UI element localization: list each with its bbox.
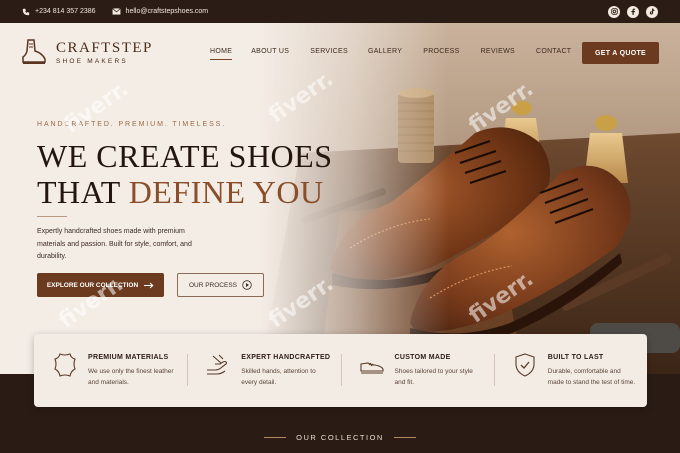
collection-heading: OUR COLLECTION (0, 425, 680, 443)
phone-contact[interactable]: +234 814 357 2386 (22, 8, 96, 16)
top-bar: +234 814 357 2386 hello@craftstepshoes.c… (0, 0, 680, 23)
shoe-icon (359, 362, 384, 374)
headline-plain: THAT (37, 174, 129, 210)
headline-line-1: WE CREATE SHOES (37, 138, 333, 174)
feature-title: CUSTOM MADE (394, 354, 451, 361)
headline-accent: DEFINE YOU (128, 174, 324, 210)
phone-icon (22, 8, 30, 15)
nav-gallery[interactable]: GALLERY (368, 48, 402, 55)
get-quote-button[interactable]: GET A QUOTE (582, 42, 659, 64)
explore-collection-button[interactable]: EXPLORE OUR COLLECTION (37, 273, 164, 297)
nav-contact[interactable]: CONTACT (536, 48, 571, 55)
instagram-icon[interactable] (608, 5, 620, 18)
feature-description: Durable, comfortable and made to stand t… (547, 368, 636, 386)
feature-expert-handcrafted: EXPERT HANDCRAFTED Skilled hands, attent… (187, 334, 340, 407)
nav-services[interactable]: SERVICES (310, 48, 348, 55)
feature-built-to-last: BUILT TO LAST Durable, comfortable and m… (493, 334, 647, 407)
our-process-button[interactable]: OUR PROCESS (177, 273, 264, 297)
explore-collection-label: EXPLORE OUR COLLECTION (46, 281, 139, 289)
nav-home[interactable]: HOME (210, 48, 233, 60)
leather-hide-icon (54, 353, 76, 377)
feature-title: PREMIUM MATERIALS (88, 354, 169, 361)
nav-about-us[interactable]: ABOUT US (251, 48, 289, 55)
hero-headline: WE CREATE SHOES THAT DEFINE YOU (37, 138, 333, 210)
email-address: hello@craftstepshoes.com (125, 8, 209, 15)
headline-line-2: THAT DEFINE YOU (37, 174, 333, 210)
features-card: PREMIUM MATERIALS We use only the finest… (34, 334, 647, 407)
main-nav: HOME ABOUT US SERVICES GALLERY PROCESS R… (210, 48, 571, 60)
collection-title: OUR COLLECTION (296, 433, 384, 442)
divider-line-right (393, 437, 416, 438)
feature-description: Skilled hands, attention to every detail… (241, 368, 316, 386)
divider-line-left (264, 437, 287, 438)
email-contact[interactable]: hello@craftstepshoes.com (111, 8, 209, 15)
nav-process[interactable]: PROCESS (423, 48, 459, 55)
social-links (608, 5, 658, 18)
hero-divider (37, 216, 67, 217)
arrow-right-icon (144, 282, 154, 288)
feature-premium-materials: PREMIUM MATERIALS We use only the finest… (34, 334, 187, 407)
hero-eyebrow: HANDCRAFTED. PREMIUM. TIMELESS. (37, 121, 227, 128)
our-process-label: OUR PROCESS (188, 281, 238, 289)
feature-description: Shoes tailored to your style and fit. (394, 368, 473, 386)
feature-description: We use only the finest leather and mater… (88, 368, 174, 386)
facebook-icon[interactable] (627, 5, 639, 18)
brand-tagline: SHOE MAKERS (56, 57, 128, 65)
mail-icon (111, 8, 121, 15)
nav-reviews[interactable]: REVIEWS (481, 48, 515, 55)
phone-number: +234 814 357 2386 (35, 8, 96, 15)
tiktok-icon[interactable] (646, 5, 658, 18)
hero-description: Expertly handcrafted shoes made with pre… (37, 228, 192, 260)
shield-check-icon (515, 353, 535, 377)
feature-custom-made: CUSTOM MADE Shoes tailored to your style… (340, 334, 494, 407)
brand-logo[interactable]: CRAFTSTEP SHOE MAKERS (20, 37, 153, 67)
play-circle-icon (242, 280, 252, 290)
boot-logo-icon (22, 39, 46, 64)
brand-name: CRAFTSTEP (56, 39, 153, 56)
hand-craft-icon (207, 354, 228, 375)
feature-title: EXPERT HANDCRAFTED (241, 354, 331, 361)
feature-title: BUILT TO LAST (547, 354, 604, 361)
hero-section: CRAFTSTEP SHOE MAKERS HOME ABOUT US SERV… (0, 23, 680, 374)
